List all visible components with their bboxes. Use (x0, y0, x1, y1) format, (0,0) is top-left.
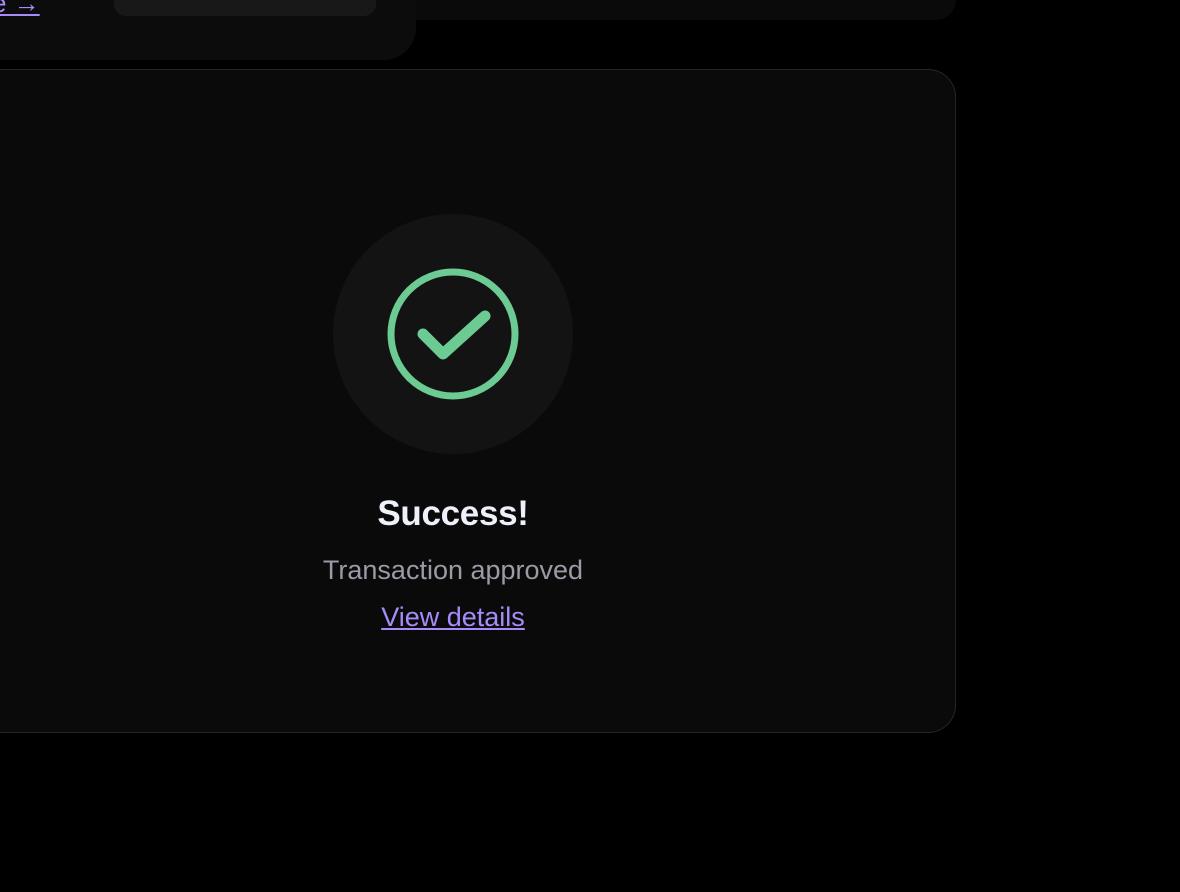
top-left-inner-block (114, 0, 376, 16)
view-details-link[interactable]: View details (353, 602, 553, 633)
success-card: Success! Transaction approved View detai… (0, 69, 956, 733)
page: e → Success! Transaction approved View d… (0, 0, 1180, 892)
top-left-panel (0, 0, 416, 60)
check-circle-icon (387, 268, 519, 400)
top-link[interactable]: e → (0, 0, 40, 16)
success-subtitle: Transaction approved (322, 555, 584, 585)
icon-halo (333, 214, 573, 454)
success-title: Success! (377, 494, 529, 533)
